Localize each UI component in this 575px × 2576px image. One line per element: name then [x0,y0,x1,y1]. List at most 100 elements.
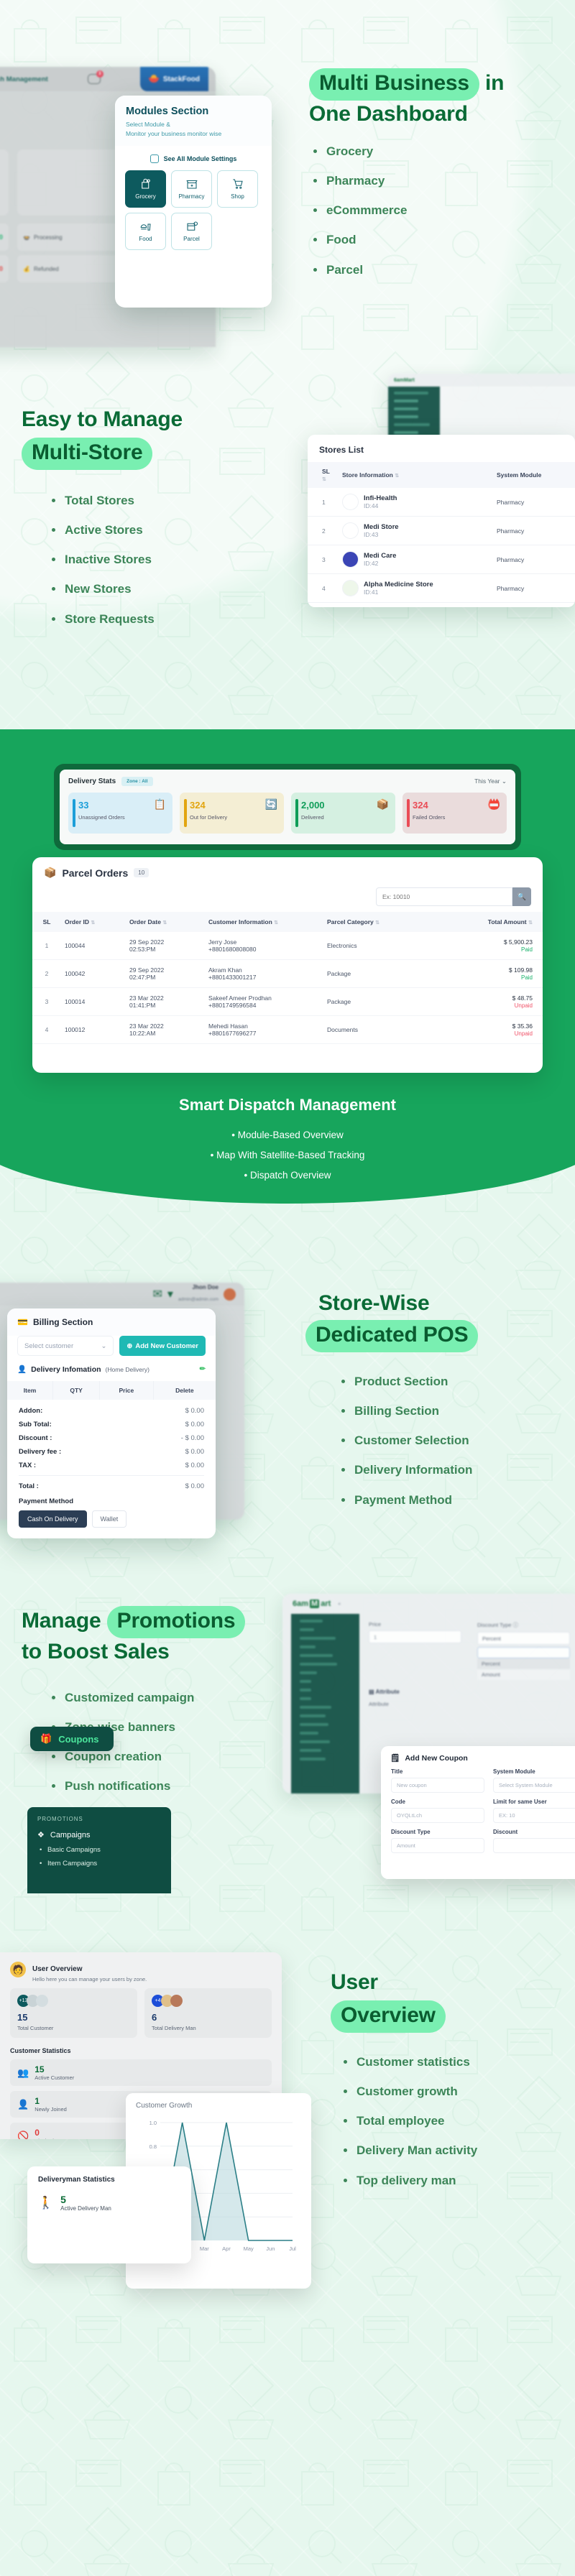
chat-icon[interactable]: 3 [87,70,104,84]
chevron-down-icon[interactable]: ▾ [167,1287,173,1301]
field-input[interactable]: Select System Module [493,1778,575,1793]
col-sl[interactable]: SL [32,912,61,932]
field-input[interactable] [493,1838,575,1853]
cell-order-id[interactable]: 100044 [61,932,126,960]
delivery-stats-cards: 📋 33 Unassigned Orders 🔄 324 Out for Delivery… [68,793,507,834]
select-customer-dropdown[interactable]: Select customer ⌄ [17,1336,114,1356]
summary-row: TAX : $ 0.00 [19,1462,204,1469]
delivery-stat-card[interactable]: 📦 2,000 Delivered [291,793,395,834]
delivery-info-title: Delivery Infomation [31,1365,101,1374]
parcel-orders-count: 10 [134,868,150,877]
stores-list-title: Stores List [319,445,364,455]
mail-icon[interactable]: ✉ [152,1287,162,1301]
customer-stat-row: 👥 15 Active Customer [10,2059,272,2086]
sidebar-item-coupons[interactable]: 🎁 Coupons [30,1727,114,1751]
search-input[interactable] [376,887,512,906]
dashboard-topbar: Settings ⌄ ⚙ Dispatch Management 3 Stack… [0,67,216,91]
modules-section-modal: Modules Section Select Module & Monitor … [115,96,272,308]
section3-copy: Smart Dispatch Management Module-Based O… [0,1096,575,1189]
attribute-heading: ▤ Attribute [369,1689,400,1695]
stat-value: 33 [78,800,89,811]
stat-value: 2,000 [301,800,325,811]
billing-icon: 💳 [17,1317,28,1327]
stat-value: 1 [34,2096,40,2106]
col-customer-information[interactable]: Customer Information ⇅ [205,912,323,932]
add-new-customer-button[interactable]: ⊕ Add New Customer [119,1336,206,1356]
search-icon[interactable]: 🔍 [512,887,531,906]
price-input[interactable]: 1 [369,1630,461,1643]
col-order-date[interactable]: Order Date ⇅ [126,912,205,932]
avatar[interactable] [224,1288,236,1301]
col-store-information[interactable]: Store Information ⇅ [338,462,492,488]
section1-heading: Multi Business in One Dashboard [309,68,561,128]
cell-sl: 1 [308,488,338,517]
list-item: New Stores [47,581,266,596]
avatar-group: +13 [17,1995,130,2007]
row-cancelled: Cancelled 20 [0,255,9,282]
section5-heading: Manage Promotions to Boost Sales [22,1606,295,1666]
list-item: Food [309,232,561,247]
col-order-id[interactable]: Order ID ⇅ [61,912,126,932]
checkbox-icon[interactable] [150,154,159,163]
field-input[interactable]: New coupon [391,1778,484,1793]
zone-filter-pill[interactable]: Zone : All [121,777,153,786]
collapse-icon[interactable]: « [338,1602,341,1607]
nav-dispatch-management[interactable]: Dispatch Management [0,75,48,83]
payment-option-wallet[interactable]: Wallet [91,1510,127,1528]
nav-item-basic-campaigns[interactable]: Basic Campaigns [40,1846,161,1854]
promotions-nav-panel: PROMOTIONS ❖ Campaigns Basic Campaigns I… [27,1807,171,1893]
delivery-stat-card[interactable]: 📛 324 Failed Orders [402,793,507,834]
price-label: Price [369,1621,382,1628]
nav-item-campaigns[interactable]: ❖ Campaigns [37,1830,161,1840]
coupon-form-title: Add New Coupon [405,1753,468,1763]
cell-order-id[interactable]: 100012 [61,1015,126,1044]
pharmacy-icon [185,180,198,189]
see-all-module-settings-checkbox[interactable]: See All Module Settings [115,154,272,163]
edit-pencil-icon[interactable]: ✏ [200,1365,206,1373]
nav-item-item-campaigns[interactable]: Item Campaigns [40,1860,161,1868]
payment-option-cash-on-delivery[interactable]: Cash On Delivery [19,1510,87,1528]
discount-type-search-input[interactable] [477,1647,570,1658]
period-selector[interactable]: This Year ⌄ [474,777,507,785]
table-row[interactable]: 1 100044 29 Sep 2022 02:53:PM Jerry Jose +880… [32,932,543,960]
list-item: Customized campaign [47,1690,295,1705]
dropdown-option-percent[interactable]: Percent [477,1658,570,1669]
layers-icon: ❖ [37,1831,45,1839]
module-card-parcel[interactable]: Parcel [171,212,212,250]
table-row[interactable]: 2 Medi Store ID:43 Pharmacy [308,516,575,545]
list-item: Map With Satellite-Based Tracking [211,1150,364,1160]
food-icon [140,223,151,231]
store-logo [342,551,359,568]
add-new-coupon-card: 🗒 Add New Coupon Title New coupon System M… [381,1746,575,1879]
store-id: ID:41 [364,588,379,596]
discount-type-select[interactable]: Percent [477,1632,570,1645]
coupon-field: Discount [493,1829,575,1853]
stat-label: Delivered [301,814,324,821]
module-card-food[interactable]: Food [125,212,166,250]
module-card-grocery[interactable]: Grocery [125,170,166,208]
cell-order-id[interactable]: 100042 [61,959,126,988]
field-input[interactable]: OYQLtLch [391,1808,484,1823]
cell-order-id[interactable]: 100014 [61,987,126,1016]
delivery-stat-card[interactable]: 📋 33 Unassigned Orders [68,793,172,834]
field-input[interactable]: Amount [391,1838,484,1853]
col-parcel-category[interactable]: Parcel Category ⇅ [323,912,417,932]
table-row[interactable]: 1 Infi-Health ID:44 Pharmacy [308,488,575,517]
table-row[interactable]: 2 100042 29 Sep 2022 02:47:PM Akram Khan +880… [32,959,543,988]
table-row[interactable]: 4 100012 23 Mar 2022 10:22:AM Mehedi Hasan +8… [32,1015,543,1044]
field-input[interactable]: EX: 10 [493,1808,575,1823]
store-id: ID:42 [364,560,379,567]
summary-row: Discount : - $ 0.00 [19,1434,204,1442]
payment-options: Cash On Delivery Wallet [19,1510,204,1528]
delivery-man-icon: 🚶 [38,2195,54,2210]
table-row[interactable]: 3 100014 23 Mar 2022 01:41:PM Sakeef Ameer P… [32,987,543,1016]
dropdown-option-amount[interactable]: Amount [477,1669,570,1680]
col-system-module[interactable]: System Module [492,462,575,488]
col-sl[interactable]: SL ⇅ [308,462,338,488]
col-total-amount[interactable]: Total Amount ⇅ [417,912,543,932]
delivery-stat-card[interactable]: 🔄 324 Out for Delivery [180,793,284,834]
module-card-shop[interactable]: Shop [217,170,258,208]
table-row[interactable]: 4 Alpha Medicine Store ID:41 Pharmacy [308,573,575,603]
module-card-pharmacy[interactable]: Pharmacy [171,170,212,208]
table-row[interactable]: 3 Medi Care ID:42 Pharmacy [308,545,575,574]
